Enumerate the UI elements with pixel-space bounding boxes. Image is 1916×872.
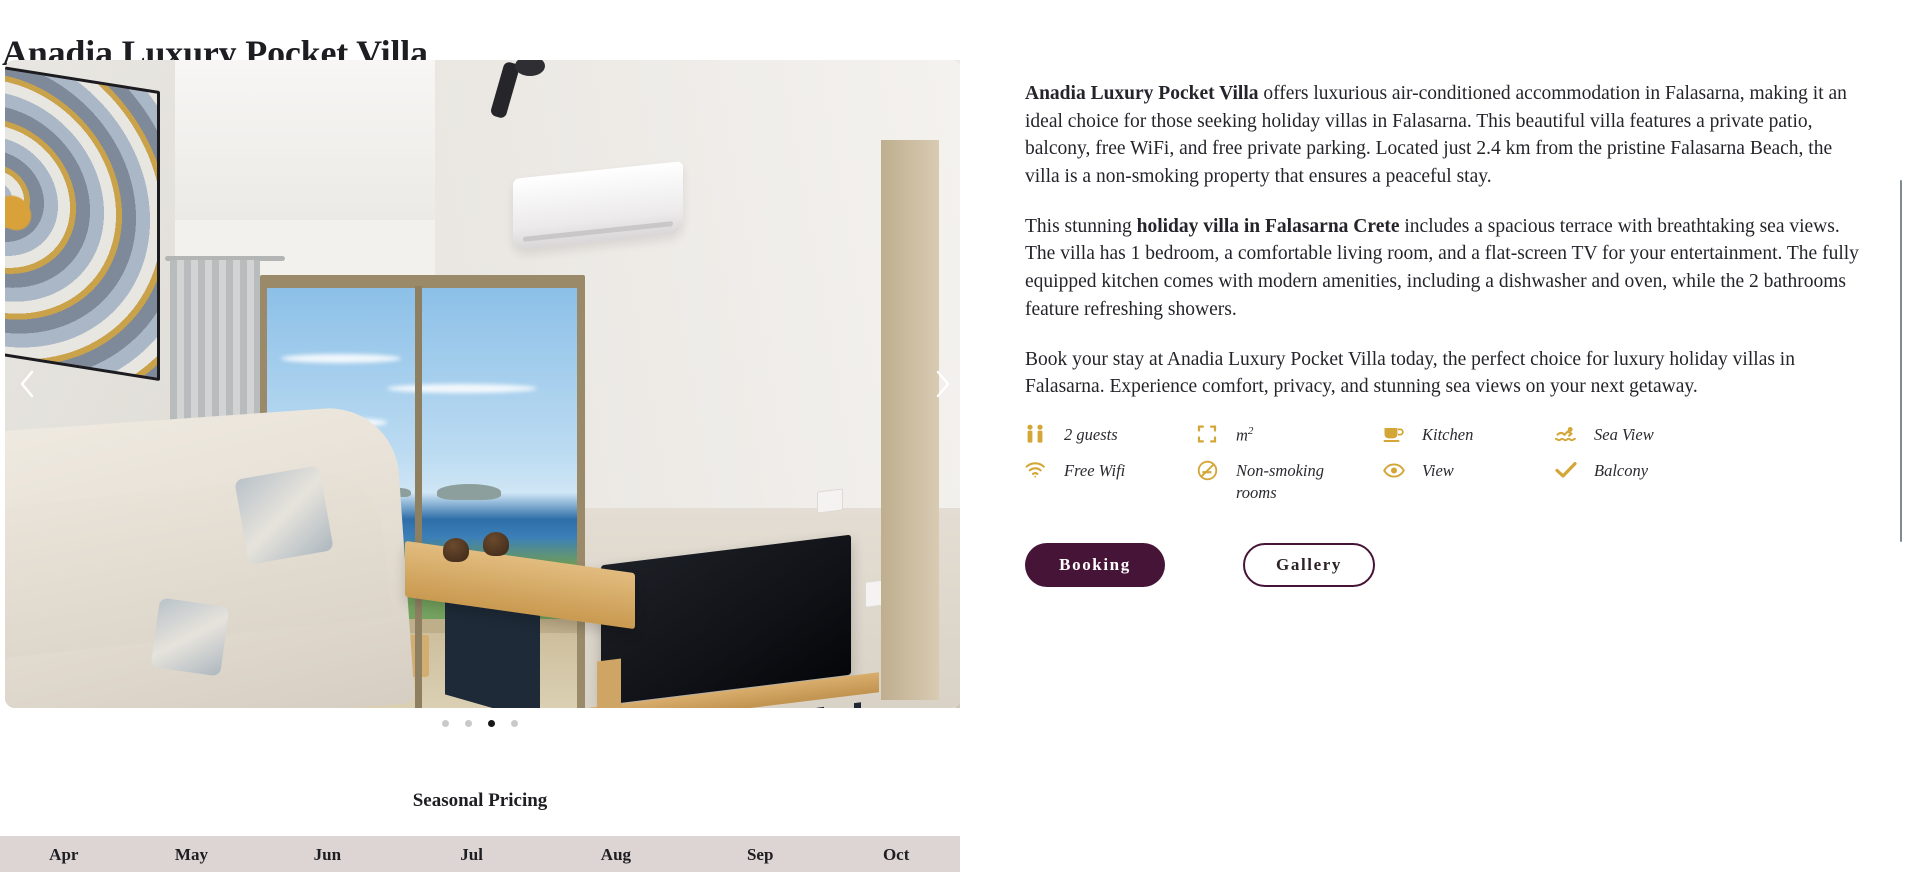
page-scrollbar-track[interactable] <box>1900 0 1914 872</box>
carousel-next-button[interactable] <box>922 363 960 405</box>
amenities-grid: 2 guests m2 Kitchen Sea View Free Wifi N… <box>1025 423 1865 503</box>
amenity-label: Sea View <box>1594 424 1654 444</box>
holiday-villa-bold: holiday villa in Falasarna Crete <box>1136 215 1400 237</box>
carousel-dot[interactable] <box>442 720 449 727</box>
description-p2-pre: This stunning <box>1025 215 1137 237</box>
amenity-label: View <box>1422 461 1454 481</box>
amenity-label: Free Wifi <box>1064 461 1126 481</box>
page-scrollbar-thumb[interactable] <box>1900 180 1902 542</box>
expand-area-icon <box>1197 423 1223 445</box>
image-carousel[interactable] <box>0 60 960 708</box>
wifi-icon <box>1025 459 1051 481</box>
description-column: Anadia Luxury Pocket Villa offers luxuri… <box>1025 80 1865 587</box>
villa-listing-page: Anadia Luxury Pocket Villa Seasonal Pric… <box>0 0 1916 872</box>
area-superscript: 2 <box>1247 424 1254 437</box>
amenity-balcony: Balcony <box>1555 459 1735 502</box>
amenity-label: 2 guests <box>1064 424 1118 444</box>
description-paragraph-2: This stunning holiday villa in Falasarna… <box>1025 213 1865 324</box>
swimmer-icon <box>1555 423 1581 445</box>
carousel-current-slide <box>5 60 960 708</box>
wall-artwork <box>5 64 160 382</box>
amenity-view: View <box>1383 459 1555 502</box>
pricing-month: May <box>174 845 208 864</box>
amenity-sea-view: Sea View <box>1555 423 1735 446</box>
amenity-label: Non-smoking rooms <box>1236 461 1324 502</box>
pricing-month: Jul <box>460 845 483 864</box>
stone-door-frame <box>881 140 939 700</box>
pricing-months-row: Apr May Jun Jul Aug Sep Oct <box>0 836 960 872</box>
pricing-month: Apr <box>49 845 79 864</box>
carousel-dot-active[interactable] <box>488 720 495 727</box>
coffee-cup-icon <box>1383 423 1409 445</box>
seasonal-pricing-heading: Seasonal Pricing <box>412 790 548 811</box>
carousel-dot[interactable] <box>511 720 518 727</box>
action-buttons: Booking Gallery <box>1025 542 1865 587</box>
check-icon <box>1555 459 1581 481</box>
media-and-pricing-column: Seasonal Pricing Apr May Jun Jul Aug Sep… <box>0 60 960 872</box>
amenity-wifi: Free Wifi <box>1025 459 1197 502</box>
pricing-month: Jun <box>313 845 342 864</box>
amenity-guests: 2 guests <box>1025 423 1197 446</box>
amenity-area: m2 <box>1197 423 1383 446</box>
amenity-kitchen: Kitchen <box>1383 423 1555 446</box>
amenity-label: Balcony <box>1594 461 1649 481</box>
amenity-non-smoking: Non-smoking rooms <box>1197 459 1383 502</box>
carousel-pagination-dots[interactable] <box>0 720 960 727</box>
pricing-month: Sep <box>746 845 774 864</box>
amenity-label: m2 <box>1236 424 1254 445</box>
carousel-dot[interactable] <box>465 720 472 727</box>
villa-name-bold: Anadia Luxury Pocket Villa <box>1025 83 1259 104</box>
no-smoking-icon <box>1197 459 1223 481</box>
pricing-month: Aug <box>600 845 632 864</box>
pricing-month: Oct <box>882 845 910 864</box>
seasonal-pricing-table: Apr May Jun Jul Aug Sep Oct 80€/night 80… <box>0 836 960 872</box>
booking-button[interactable]: Booking <box>1025 542 1165 587</box>
two-guests-icon <box>1025 423 1051 445</box>
villa-living-room-photo <box>5 60 960 708</box>
description-paragraph-1: Anadia Luxury Pocket Villa offers luxuri… <box>1025 80 1865 191</box>
gallery-button[interactable]: Gallery <box>1243 542 1375 587</box>
eye-icon <box>1383 459 1409 481</box>
amenity-label: Kitchen <box>1422 424 1474 444</box>
carousel-prev-button[interactable] <box>6 363 48 405</box>
description-paragraph-3: Book your stay at Anadia Luxury Pocket V… <box>1025 348 1795 398</box>
